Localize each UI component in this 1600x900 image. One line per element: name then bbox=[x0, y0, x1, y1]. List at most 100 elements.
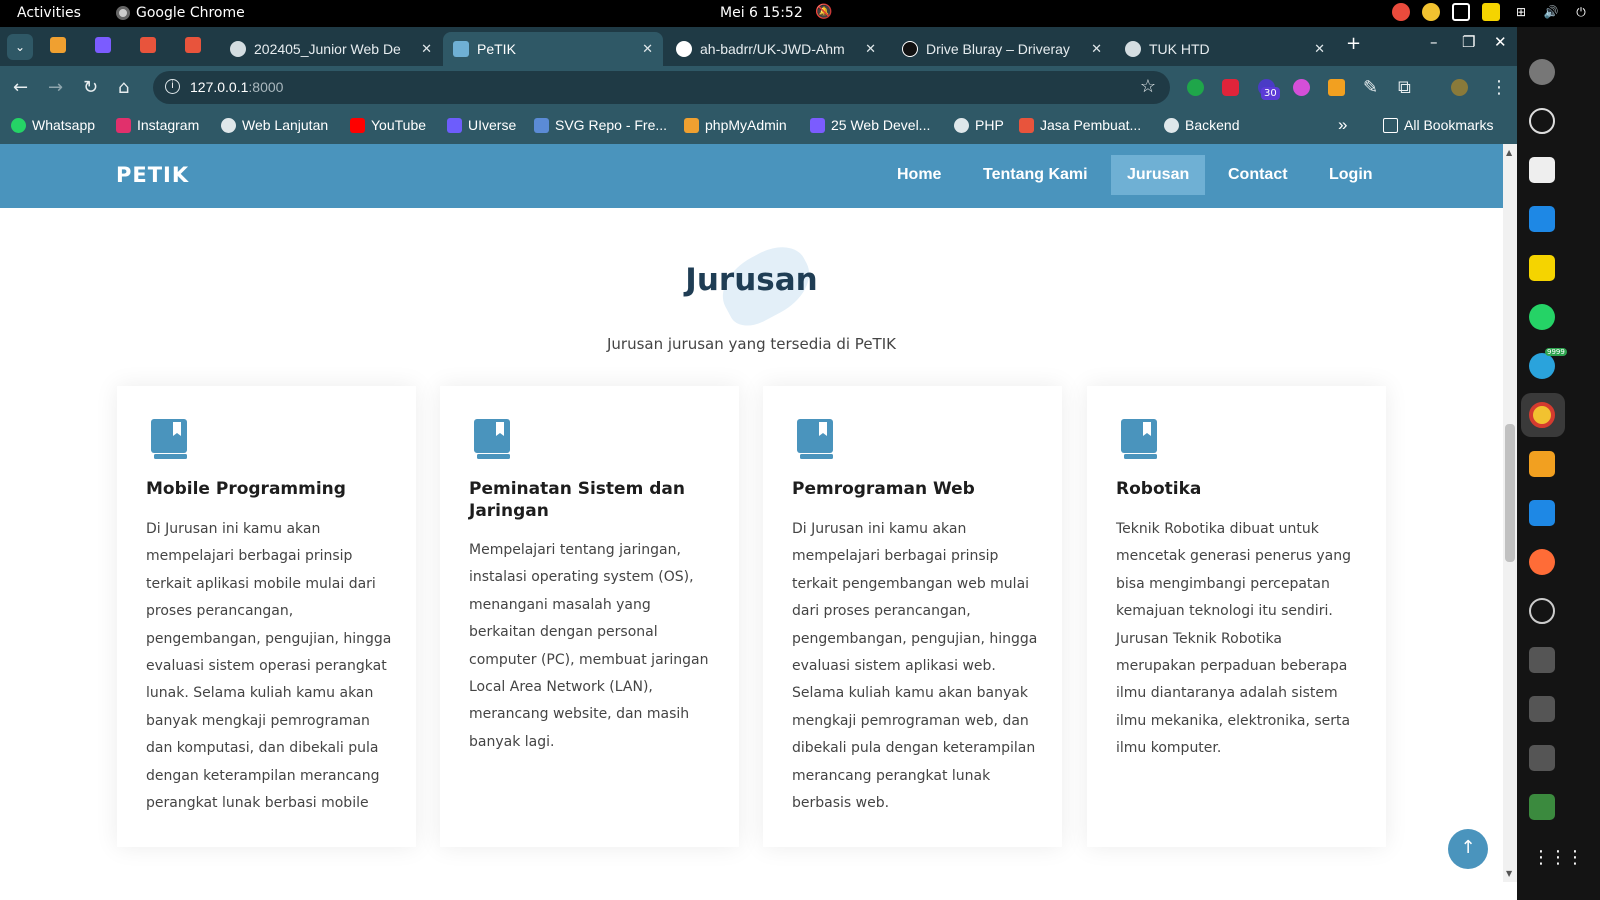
tray-app-icon[interactable] bbox=[1392, 3, 1410, 21]
bookmark-phpmyadmin[interactable]: phpMyAdmin bbox=[684, 117, 787, 133]
extension-shield-icon[interactable] bbox=[1187, 79, 1204, 96]
close-icon[interactable]: ✕ bbox=[642, 41, 653, 57]
home-icon[interactable]: ⌂ bbox=[118, 77, 129, 98]
maximize-icon[interactable]: ❐ bbox=[1462, 33, 1475, 51]
bookmark-backend[interactable]: Backend bbox=[1164, 117, 1239, 133]
chrome-icon bbox=[116, 6, 130, 20]
network-icon[interactable]: ⊞ bbox=[1512, 3, 1530, 21]
new-tab-button[interactable]: + bbox=[1346, 33, 1361, 54]
section-subtitle: Jurusan jurusan yang tersedia di PeTIK bbox=[607, 335, 896, 353]
address-bar[interactable]: i 127.0.0.1:8000 ☆ bbox=[153, 71, 1170, 104]
all-bookmarks-button[interactable]: All Bookmarks bbox=[1383, 117, 1493, 133]
disk-drive-icon-2[interactable] bbox=[1529, 745, 1555, 771]
text-editor-icon[interactable] bbox=[1529, 157, 1555, 183]
close-icon[interactable]: ✕ bbox=[865, 41, 876, 57]
window-close-icon[interactable]: ✕ bbox=[1494, 33, 1507, 51]
scrollbar-thumb[interactable] bbox=[1505, 424, 1515, 562]
tray-chrome-icon[interactable] bbox=[1422, 3, 1440, 21]
pinned-tab-phpmyadmin-icon[interactable] bbox=[50, 37, 66, 53]
whatsapp-icon[interactable] bbox=[1529, 304, 1555, 330]
trash-icon[interactable] bbox=[1529, 794, 1555, 820]
disk-drive-icon[interactable] bbox=[1529, 696, 1555, 722]
close-icon[interactable]: ✕ bbox=[421, 41, 432, 57]
telegram-icon[interactable] bbox=[1529, 353, 1555, 379]
close-icon[interactable]: ✕ bbox=[1091, 41, 1102, 57]
extensions-puzzle-icon[interactable]: ⧉ bbox=[1398, 77, 1411, 98]
more-bookmarks-button[interactable]: » bbox=[1338, 115, 1347, 135]
bookmark-youtube[interactable]: YouTube bbox=[350, 117, 426, 133]
nav-tentang-kami[interactable]: Tentang Kami bbox=[967, 155, 1104, 195]
whatsapp-icon bbox=[11, 117, 26, 133]
nav-contact[interactable]: Contact bbox=[1212, 155, 1304, 195]
book-icon bbox=[1121, 419, 1157, 459]
show-apps-icon[interactable]: ⋮⋮⋮ bbox=[1532, 847, 1584, 868]
tab-petik[interactable]: PeTIK ✕ bbox=[443, 32, 663, 66]
nav-jurusan[interactable]: Jurusan bbox=[1111, 155, 1206, 195]
browser-icon[interactable] bbox=[1529, 108, 1555, 134]
chat-icon[interactable] bbox=[1529, 598, 1555, 624]
postman-icon[interactable] bbox=[1529, 549, 1555, 575]
tab-junior-web[interactable]: 202405_Junior Web De ✕ bbox=[220, 32, 442, 66]
tray-window-icon[interactable] bbox=[1452, 3, 1470, 21]
calculator-icon[interactable] bbox=[1529, 451, 1555, 477]
extension-color-icon[interactable] bbox=[1293, 79, 1310, 96]
close-icon[interactable]: ✕ bbox=[1314, 41, 1325, 57]
tab-driveray[interactable]: Drive Bluray – Driveray ✕ bbox=[892, 32, 1112, 66]
vscode-icon[interactable] bbox=[1529, 206, 1555, 232]
app-menu[interactable]: Google Chrome bbox=[116, 5, 245, 21]
forward-icon[interactable]: → bbox=[48, 77, 63, 98]
chrome-menu-icon[interactable]: ⋮ bbox=[1490, 77, 1508, 98]
extension-badge: 30 bbox=[1261, 87, 1280, 100]
remote-desktop-icon[interactable] bbox=[1529, 500, 1555, 526]
tab-search-button[interactable]: ⌄ bbox=[7, 34, 33, 60]
back-icon[interactable]: ← bbox=[13, 77, 28, 98]
bookmark-jasa-pembuat[interactable]: Jasa Pembuat... bbox=[1019, 117, 1141, 133]
card-mobile-programming: Mobile Programming Di Jurusan ini kamu a… bbox=[117, 386, 416, 847]
settings-icon[interactable] bbox=[1529, 59, 1555, 85]
web-devel-icon bbox=[810, 117, 825, 133]
bookmark-whatsapp[interactable]: Whatsapp bbox=[11, 117, 95, 133]
bookmark-25-web-devel[interactable]: 25 Web Devel... bbox=[810, 117, 930, 133]
power-icon[interactable]: ⏻ bbox=[1572, 3, 1590, 21]
phpmyadmin-icon bbox=[684, 117, 699, 133]
pinned-tab-list-icon[interactable] bbox=[95, 37, 111, 53]
site-logo[interactable]: PETIK bbox=[116, 163, 189, 187]
globe-icon bbox=[221, 117, 236, 133]
scroll-up-arrow-icon[interactable]: ▲ bbox=[1506, 148, 1512, 157]
pinned-tab-laravel-icon[interactable] bbox=[140, 37, 156, 53]
notes-icon[interactable] bbox=[1529, 255, 1555, 281]
volume-icon[interactable]: 🔊 bbox=[1542, 3, 1560, 21]
minimize-icon[interactable]: – bbox=[1430, 33, 1438, 51]
bookmark-php[interactable]: PHP bbox=[954, 117, 1004, 133]
nav-login[interactable]: Login bbox=[1313, 155, 1389, 195]
tab-tuk-htd[interactable]: TUK HTD ✕ bbox=[1115, 32, 1335, 66]
tray-notes-icon[interactable] bbox=[1482, 3, 1500, 21]
page-scrollbar[interactable]: ▲ ▼ bbox=[1503, 144, 1517, 882]
site-info-icon[interactable]: i bbox=[165, 79, 180, 94]
nav-home[interactable]: Home bbox=[881, 155, 957, 195]
scroll-down-arrow-icon[interactable]: ▼ bbox=[1506, 869, 1512, 878]
card-title: Pemrograman Web bbox=[792, 479, 975, 499]
bookmark-web-lanjutan[interactable]: Web Lanjutan bbox=[221, 117, 328, 133]
driveray-icon bbox=[902, 41, 918, 57]
extension-pencil-icon[interactable] bbox=[1328, 79, 1345, 96]
globe-icon bbox=[1164, 117, 1179, 133]
tab-strip: ⌄ 202405_Junior Web De ✕ PeTIK ✕ ah-badr… bbox=[0, 27, 1517, 66]
profile-avatar[interactable] bbox=[1451, 79, 1468, 96]
extension-lock-icon[interactable] bbox=[1222, 79, 1239, 96]
ssd-drive-icon[interactable] bbox=[1529, 647, 1555, 673]
card-title: Robotika bbox=[1116, 479, 1202, 499]
bookmark-svg-repo[interactable]: SVG Repo - Fre... bbox=[534, 117, 667, 133]
bookmark-uiverse[interactable]: UIverse bbox=[447, 117, 516, 133]
reload-icon[interactable]: ↻ bbox=[83, 77, 98, 98]
bookmark-star-icon[interactable]: ☆ bbox=[1140, 76, 1156, 97]
bookmark-instagram[interactable]: Instagram bbox=[116, 117, 199, 133]
pinned-tab-laravel-icon-2[interactable] bbox=[185, 37, 201, 53]
chrome-icon[interactable] bbox=[1529, 402, 1555, 428]
clock[interactable]: Mei 6 15:52 bbox=[720, 5, 803, 21]
scroll-to-top-button[interactable]: ↑ bbox=[1448, 829, 1488, 869]
tab-github[interactable]: ah-badrr/UK-JWD-Ahm ✕ bbox=[666, 32, 886, 66]
browser-toolbar: ← → ↻ ⌂ i 127.0.0.1:8000 ☆ ✎ ⧉ ⋮ bbox=[0, 66, 1517, 109]
eyedropper-icon[interactable]: ✎ bbox=[1363, 77, 1378, 98]
activities-button[interactable]: Activities bbox=[17, 5, 81, 21]
